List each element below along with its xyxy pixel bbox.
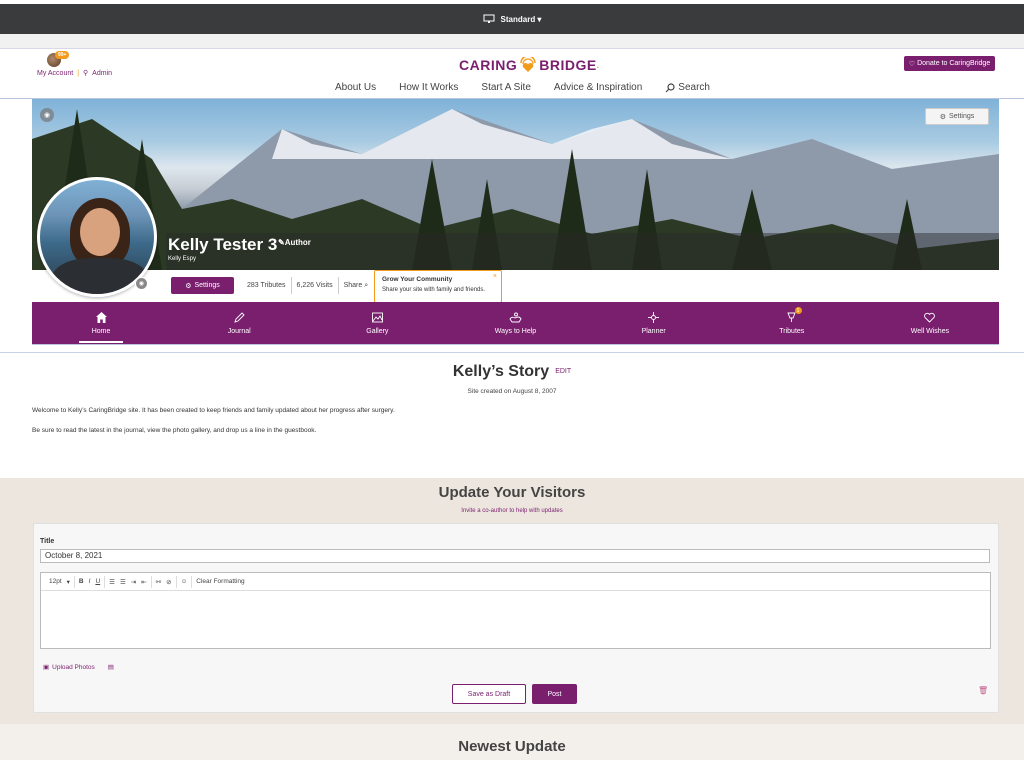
story-paragraph: Welcome to Kelly’s CaringBridge site. It…	[32, 407, 395, 414]
site-header: 99+ My Account | ⚲ Admin CARING BRIDGE .…	[0, 49, 1024, 99]
edit-story-link[interactable]: EDIT	[555, 368, 571, 375]
nav-about-us[interactable]: About Us	[335, 82, 376, 93]
planner-icon	[648, 312, 660, 323]
newest-update-heading: Newest Update	[458, 738, 566, 755]
close-icon[interactable]: ×	[493, 273, 497, 280]
tab-ways-to-help[interactable]: Ways to Help	[446, 302, 584, 344]
view-mode-select[interactable]: Standard ▾	[501, 15, 542, 24]
tab-tributes[interactable]: 1 Tributes	[723, 302, 861, 344]
tab-well-wishes[interactable]: Well Wishes	[861, 302, 999, 344]
tab-gallery[interactable]: Gallery	[308, 302, 446, 344]
site-created-date: Site created on August 8, 2007	[467, 388, 557, 395]
clear-formatting-button[interactable]: Clear Formatting	[192, 576, 248, 588]
gift-icon: ♡	[908, 60, 916, 68]
upload-photos-button[interactable]: ▣ Upload Photos ▤	[43, 663, 114, 672]
visits-count: 6,226 Visits	[292, 277, 339, 294]
profile-camera-icon[interactable]: ◉	[135, 277, 148, 290]
view-mode-bar: Standard ▾	[0, 4, 1024, 34]
tooltip-title: Grow Your Community	[382, 276, 453, 283]
photo-icon: ▣	[43, 664, 50, 671]
link-icon[interactable]: ⚯	[156, 578, 161, 586]
nav-advice-inspiration[interactable]: Advice & Inspiration	[554, 82, 642, 93]
site-settings-button[interactable]: ⚙ Settings	[171, 277, 234, 294]
main-nav: About Us How It Works Start A Site Advic…	[335, 82, 710, 93]
heart-icon	[924, 312, 936, 323]
save-draft-button[interactable]: Save as Draft	[452, 684, 526, 704]
pen-icon: ✎	[278, 238, 285, 247]
update-heading: Update Your Visitors	[438, 484, 586, 501]
cover-settings-button[interactable]: ⚙ Settings	[925, 108, 989, 125]
font-size-select[interactable]: 12pt ▾	[45, 575, 75, 588]
section-divider	[0, 352, 1024, 353]
helping-hands-icon	[509, 312, 522, 323]
share-link[interactable]: Share ⌕	[339, 277, 374, 294]
tab-planner[interactable]: Planner	[585, 302, 723, 344]
tab-journal[interactable]: Journal	[170, 302, 308, 344]
tooltip-body: Share your site with family and friends.	[382, 287, 486, 293]
numbered-list-icon[interactable]: ☰	[120, 578, 126, 586]
site-owner-subname: Kelly Espy	[168, 256, 197, 262]
nav-start-a-site[interactable]: Start A Site	[481, 82, 530, 93]
underline-button[interactable]: U	[95, 578, 100, 585]
gear-icon: ⚙	[939, 113, 946, 121]
invite-coauthor-link[interactable]: Invite a co-author to help with updates	[0, 508, 1024, 514]
trash-icon[interactable]: 🗑	[978, 686, 988, 695]
rich-text-editor: 12pt ▾ B I U ☰ ☰ ⇥ ⇤ ⚯ ⊘ ☺ Clear Formatt…	[40, 572, 991, 649]
indent-icon[interactable]: ⇥	[131, 578, 136, 586]
spacer-band	[0, 34, 1024, 49]
logo-heart-icon	[519, 55, 537, 73]
emoji-icon[interactable]: ☺	[177, 575, 193, 588]
bold-button[interactable]: B	[79, 578, 84, 585]
story-paragraph: Be sure to read the latest in the journa…	[32, 427, 317, 434]
pencil-icon	[233, 312, 245, 323]
story-heading: Kelly’s Story EDIT	[0, 363, 1024, 381]
gallery-icon	[371, 312, 383, 323]
tab-home[interactable]: Home	[32, 302, 170, 344]
notification-badge: 99+	[55, 51, 70, 59]
cover-camera-icon[interactable]: ◉	[40, 108, 54, 122]
share-icon: ⌕	[364, 282, 369, 289]
caringbridge-logo[interactable]: CARING BRIDGE .	[459, 55, 599, 73]
divider: |	[77, 69, 80, 77]
profile-face	[80, 208, 120, 256]
title-label: Title	[40, 538, 55, 545]
site-tabs: Home Journal Gallery Ways to Help Planne…	[32, 302, 999, 345]
nav-how-it-works[interactable]: How It Works	[399, 82, 458, 93]
nav-search[interactable]: Search	[665, 82, 710, 93]
home-icon	[95, 312, 107, 323]
list-group: ☰ ☰ ⇥ ⇤	[105, 575, 152, 588]
outdent-icon[interactable]: ⇤	[141, 578, 146, 586]
link-group: ⚯ ⊘	[152, 575, 177, 588]
site-owner-name: Kelly Tester 3	[168, 235, 278, 254]
post-button[interactable]: Post	[532, 684, 577, 704]
admin-icon: ⚲	[83, 70, 89, 77]
text-style-group: B I U	[75, 575, 106, 588]
unlink-icon[interactable]: ⊘	[166, 578, 171, 586]
admin-link[interactable]: Admin	[92, 70, 112, 77]
editor-toolbar: 12pt ▾ B I U ☰ ☰ ⇥ ⇤ ⚯ ⊘ ☺ Clear Formatt…	[41, 573, 990, 591]
title-input[interactable]: October 8, 2021	[40, 549, 990, 563]
tributes-badge: 1	[794, 307, 802, 314]
bullet-list-icon[interactable]: ☰	[109, 578, 115, 586]
story-title: Kelly’s Story	[452, 363, 550, 380]
author-role: ✎Author	[278, 238, 311, 247]
donate-button[interactable]: ♡ Donate to CaringBridge	[904, 56, 995, 71]
video-icon[interactable]: ▤	[108, 663, 114, 671]
search-icon	[665, 82, 675, 92]
stats-bar: ⚙ Settings 283 Tributes 6,226 Visits Sha…	[171, 277, 373, 294]
italic-button[interactable]: I	[89, 578, 91, 585]
profile-jacket	[52, 258, 148, 294]
gear-icon: ⚙	[185, 282, 192, 290]
my-account-link[interactable]: My Account	[37, 70, 73, 77]
tributes-count: 283 Tributes	[242, 277, 292, 294]
monitor-icon	[483, 14, 495, 23]
grow-community-tooltip: × Grow Your Community Share your site wi…	[374, 270, 502, 303]
